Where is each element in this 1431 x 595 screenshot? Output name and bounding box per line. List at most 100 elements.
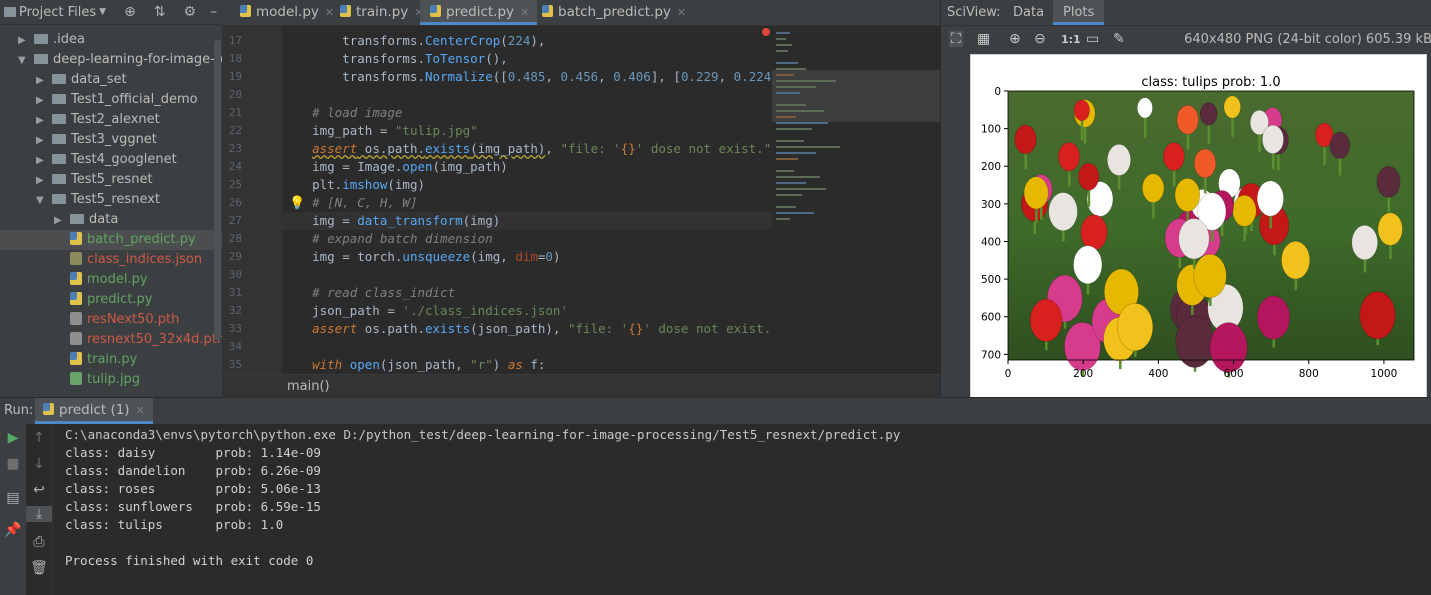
- chevron-right-icon[interactable]: ▶: [36, 151, 48, 171]
- chevron-right-icon[interactable]: ▶: [54, 211, 66, 231]
- scroll-to-end-icon[interactable]: ⤓: [26, 506, 52, 522]
- tree-item[interactable]: resnext50_32x4d.pth: [0, 330, 222, 350]
- tree-item[interactable]: tulip.jpg: [0, 370, 222, 390]
- tree-item[interactable]: ▶ Test5_resnet: [0, 170, 222, 190]
- tree-item[interactable]: train.py: [0, 350, 222, 370]
- collapse-icon[interactable]: ⇅: [154, 4, 166, 20]
- print-icon[interactable]: ⎙: [26, 534, 52, 550]
- image-icon[interactable]: ▭: [1086, 31, 1099, 47]
- rerun-icon[interactable]: ▶: [0, 430, 26, 446]
- minimap-viewport[interactable]: [772, 70, 940, 122]
- tree-item[interactable]: ▶ Test3_vggnet: [0, 130, 222, 150]
- chevron-right-icon[interactable]: ▶: [18, 31, 30, 51]
- tree-item[interactable]: ▶ data_set: [0, 70, 222, 90]
- minimap-line: [776, 122, 828, 124]
- py-file-icon: [70, 272, 82, 285]
- tree-item-label: Test3_vggnet: [71, 132, 157, 147]
- tree-item[interactable]: ▶ Test1_official_demo: [0, 90, 222, 110]
- run-actions: ▶ ■ ▤ 📌: [0, 424, 26, 595]
- minimap-line: [776, 212, 814, 214]
- chevron-right-icon[interactable]: ▶: [36, 71, 48, 91]
- target-icon[interactable]: ⊕: [124, 4, 136, 20]
- tree-item[interactable]: class_indices.json: [0, 250, 222, 270]
- down-arrow-icon[interactable]: ↓: [26, 456, 52, 472]
- grid-icon[interactable]: ▦: [977, 31, 990, 47]
- tab-data[interactable]: Data: [1013, 0, 1044, 25]
- x-tick-label: 1000: [1371, 368, 1398, 380]
- close-icon[interactable]: ✕: [520, 6, 529, 19]
- x-tick-label: 800: [1299, 368, 1319, 380]
- console-command-line: C:\anaconda3\envs\pytorch\python.exe D:/…: [65, 427, 901, 442]
- tab-predict-py[interactable]: predict.py ✕: [420, 0, 538, 25]
- tab-label: batch_predict.py: [558, 4, 671, 20]
- layout-icon[interactable]: ▤: [0, 490, 26, 506]
- close-icon[interactable]: ✕: [677, 6, 686, 19]
- python-file-icon: [542, 5, 553, 17]
- x-tick-label: 0: [1005, 368, 1012, 380]
- soft-wrap-icon[interactable]: ↩: [26, 482, 52, 498]
- tab-label: train.py: [356, 4, 409, 20]
- line-number: 34: [228, 340, 242, 353]
- tree-item[interactable]: resNext50.pth: [0, 310, 222, 330]
- scrollbar[interactable]: [214, 40, 221, 340]
- console-line: class: roses prob: 5.06e-13: [65, 481, 321, 496]
- actual-size-button[interactable]: 1:1: [1061, 33, 1081, 46]
- tree-item[interactable]: ▶ .idea: [0, 30, 222, 50]
- trash-icon[interactable]: 🗑: [26, 560, 52, 576]
- tree-item[interactable]: batch_predict.py: [0, 230, 222, 250]
- folder-icon: [52, 114, 66, 124]
- chevron-right-icon[interactable]: ▶: [36, 171, 48, 191]
- error-icon[interactable]: [762, 28, 770, 36]
- chevron-right-icon[interactable]: ▶: [36, 131, 48, 151]
- stop-icon[interactable]: ■: [0, 456, 26, 472]
- code-line: img = data_transform(img): [282, 213, 501, 228]
- line-number: 25: [228, 178, 242, 191]
- tree-item[interactable]: ▶ Test4_googlenet: [0, 150, 222, 170]
- zoom-in-icon[interactable]: ⊕: [1009, 31, 1021, 47]
- tree-item[interactable]: ▶ Test2_alexnet: [0, 110, 222, 130]
- gear-icon[interactable]: ⚙: [184, 4, 197, 20]
- y-tick-label: 200: [981, 161, 1001, 173]
- code-line: img = Image.open(img_path): [282, 159, 508, 174]
- breadcrumb-item[interactable]: main(): [287, 379, 330, 394]
- minimap-line: [776, 116, 796, 118]
- chevron-right-icon[interactable]: ▶: [36, 91, 48, 111]
- chevron-down-icon[interactable]: ▼: [99, 7, 106, 17]
- project-view-selector[interactable]: Project Files: [19, 5, 96, 20]
- plot-title: class: tulips prob: 1.0: [1141, 75, 1280, 90]
- tree-item[interactable]: predict.py: [0, 290, 222, 310]
- tree-item-label: Test5_resnet: [71, 172, 153, 187]
- plot-image[interactable]: class: tulips prob: 1.0 0 200 400 600 800 100…: [970, 54, 1427, 398]
- tab-plots[interactable]: Plots: [1053, 0, 1105, 25]
- y-tick-label: 300: [981, 199, 1001, 211]
- folder-icon: [4, 7, 16, 17]
- folder-icon: [52, 194, 66, 204]
- minimap-line: [776, 50, 788, 52]
- tab-train-py[interactable]: train.py ✕: [330, 0, 432, 25]
- zoom-out-icon[interactable]: ⊖: [1034, 31, 1046, 47]
- tab-batch_predict-py[interactable]: batch_predict.py ✕: [532, 0, 694, 25]
- lightbulb-icon[interactable]: 💡: [289, 196, 305, 211]
- console-output[interactable]: C:\anaconda3\envs\pytorch\python.exe D:/…: [65, 426, 900, 570]
- tab-model-py[interactable]: model.py ✕: [230, 0, 342, 25]
- code-editor[interactable]: transforms.CenterCrop(224), transforms.T…: [282, 26, 772, 374]
- pin-icon[interactable]: 📌: [0, 522, 26, 538]
- chevron-right-icon[interactable]: ▶: [36, 111, 48, 131]
- tree-item[interactable]: ▼ deep-learning-for-image-pro: [0, 50, 222, 70]
- tree-item[interactable]: ▼ Test5_resnext: [0, 190, 222, 210]
- breadcrumb[interactable]: main(): [222, 374, 940, 398]
- minimap[interactable]: [772, 26, 940, 374]
- fit-icon[interactable]: ⛶: [949, 31, 963, 47]
- color-picker-icon[interactable]: ✎: [1113, 31, 1125, 47]
- chevron-down-icon[interactable]: ▼: [36, 191, 48, 211]
- tree-item[interactable]: ▶ data: [0, 210, 222, 230]
- tree-item-label: resnext50_32x4d.pth: [87, 332, 222, 347]
- close-icon[interactable]: ✕: [136, 404, 145, 417]
- run-tab[interactable]: predict (1) ✕: [35, 398, 153, 424]
- minimize-icon[interactable]: –: [210, 4, 217, 20]
- up-arrow-icon[interactable]: ↑: [26, 430, 52, 446]
- chevron-down-icon[interactable]: ▼: [18, 51, 30, 71]
- minimap-line: [776, 170, 794, 172]
- tree-item[interactable]: model.py: [0, 270, 222, 290]
- minimap-line: [776, 158, 798, 160]
